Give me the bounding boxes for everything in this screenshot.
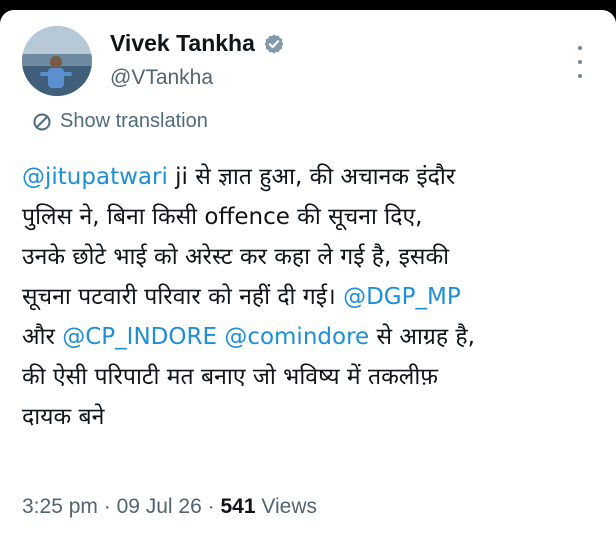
tweet-line: दायक बने bbox=[22, 404, 105, 430]
verified-badge-icon bbox=[264, 33, 284, 54]
tweet-text-segment: ji से ज्ञात हुआ, की अचानक इंदौर bbox=[167, 164, 456, 190]
tweet-text: @jitupatwari ji से ज्ञात हुआ, की अचानक इ… bbox=[22, 157, 612, 437]
tweet-line: उनके छोटे भाई को अरेस्ट कर कहा ले गई है,… bbox=[22, 244, 450, 270]
author-display-name[interactable]: Vivek Tankha bbox=[110, 30, 255, 57]
tweet-line: पुलिस ने, बिना किसी offence की सूचना दिए… bbox=[22, 204, 423, 230]
meta-separator: · bbox=[97, 495, 117, 518]
tweet-line: की ऐसी परिपाटी मत बनाए जो भविष्य में तकल… bbox=[22, 364, 439, 390]
show-translation-button[interactable]: Show translation bbox=[32, 110, 208, 133]
show-translation-label: Show translation bbox=[60, 110, 208, 132]
tweet-line: @jitupatwari ji से ज्ञात हुआ, की अचानक इ… bbox=[22, 157, 612, 197]
avatar-photo bbox=[22, 26, 92, 96]
tweet-line: और @CP_INDORE @comindore से आग्रह है, bbox=[22, 317, 612, 357]
tweet-metadata: 3:25 pm · 09 Jul 26 · 541 Views bbox=[22, 495, 317, 519]
tweet-date[interactable]: 09 Jul 26 bbox=[117, 495, 202, 518]
more-dot bbox=[578, 46, 582, 50]
more-dot bbox=[578, 74, 582, 78]
views-label: Views bbox=[255, 495, 317, 518]
meta-separator: · bbox=[201, 495, 221, 518]
translate-icon bbox=[33, 113, 51, 130]
mention-link[interactable]: @comindore bbox=[224, 324, 369, 350]
more-dot bbox=[578, 60, 582, 64]
mention-link[interactable]: @DGP_MP bbox=[343, 284, 461, 310]
author-handle[interactable]: @VTankha bbox=[110, 66, 213, 90]
tweet-time[interactable]: 3:25 pm bbox=[22, 495, 98, 518]
tweet-card: Vivek Tankha @VTankha Show translation @… bbox=[0, 10, 616, 544]
mention-link[interactable]: @jitupatwari bbox=[22, 164, 168, 190]
tweet-line: सूचना पटवारी परिवार को नहीं दी गई। @DGP_… bbox=[22, 277, 612, 317]
tweet-text-segment: और bbox=[22, 324, 63, 350]
author-avatar[interactable] bbox=[22, 26, 92, 96]
more-options-icon[interactable] bbox=[574, 46, 586, 78]
tweet-text-segment: से आग्रह है, bbox=[369, 324, 475, 350]
tweet-text-segment: सूचना पटवारी परिवार को नहीं दी गई। bbox=[22, 284, 344, 310]
author-name-row[interactable]: Vivek Tankha bbox=[110, 30, 285, 57]
views-count: 541 bbox=[220, 495, 256, 518]
mention-link[interactable]: @CP_INDORE bbox=[62, 324, 217, 350]
